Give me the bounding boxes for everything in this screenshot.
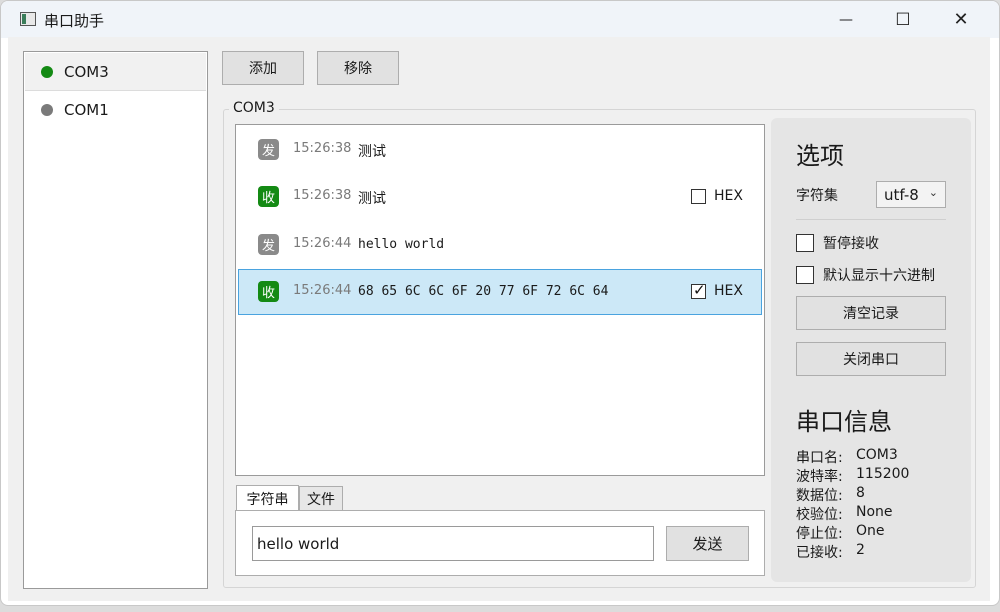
status-dot-icon xyxy=(41,65,53,78)
close-icon: ✕ xyxy=(953,9,969,30)
status-dot-icon xyxy=(41,103,53,116)
message-time: 15:26:44 xyxy=(293,236,352,251)
port-list-item[interactable]: COM1 xyxy=(25,91,206,128)
checkbox-box[interactable] xyxy=(796,234,814,252)
maximize-icon: ☐ xyxy=(895,9,911,30)
message-row[interactable]: 收 15:26:38 测试 HEX xyxy=(238,174,762,220)
send-input[interactable]: hello world xyxy=(252,526,654,561)
info-value: One xyxy=(856,523,885,539)
close-port-button[interactable]: 关闭串口 xyxy=(796,342,946,376)
info-row: 数据位: 8 xyxy=(796,485,865,505)
default-hex-label: 默认显示十六进制 xyxy=(823,268,935,284)
app-icon xyxy=(20,12,36,26)
info-value: 2 xyxy=(856,542,865,558)
message-content: 68 65 6C 6C 6F 20 77 6F 72 6C 64 xyxy=(358,284,609,299)
tab-file[interactable]: 文件 xyxy=(299,486,343,511)
message-content: 测试 xyxy=(358,144,386,160)
direction-badge: 收 xyxy=(258,281,279,302)
port-list[interactable]: COM3 COM1 xyxy=(23,51,208,589)
maximize-button[interactable]: ☐ xyxy=(874,1,932,38)
port-list-item[interactable]: COM3 xyxy=(25,53,206,91)
info-key: 数据位: xyxy=(796,488,843,504)
info-key: 波特率: xyxy=(796,469,843,485)
direction-badge: 发 xyxy=(258,234,279,255)
info-value: 8 xyxy=(856,485,865,501)
message-list[interactable]: 发 15:26:38 测试 收 15:26:38 测试 HEX 发 15:26:… xyxy=(235,124,765,476)
close-button[interactable]: ✕ xyxy=(932,1,990,38)
info-key: 校验位: xyxy=(796,507,843,523)
message-time: 15:26:38 xyxy=(293,141,352,156)
port-info-title: 串口信息 xyxy=(796,408,892,436)
info-key: 已接收: xyxy=(796,545,843,561)
minimize-icon: — xyxy=(839,11,853,28)
hex-checkbox[interactable]: HEX xyxy=(691,188,743,204)
message-row[interactable]: 发 15:26:44 hello world xyxy=(238,222,762,268)
group-title: COM3 xyxy=(229,100,279,116)
direction-badge: 发 xyxy=(258,139,279,160)
pause-receive-label: 暂停接收 xyxy=(823,236,879,252)
info-value: 115200 xyxy=(856,466,910,482)
info-row: 波特率: 115200 xyxy=(796,466,909,486)
hex-label: HEX xyxy=(714,188,743,204)
tab-string[interactable]: 字符串 xyxy=(236,485,299,511)
info-row: 已接收: 2 xyxy=(796,542,865,562)
hex-label: HEX xyxy=(714,283,743,299)
chevron-down-icon: ⌄ xyxy=(928,186,938,199)
default-hex-checkbox[interactable]: 默认显示十六进制 xyxy=(796,265,935,285)
checkbox-box[interactable] xyxy=(691,188,706,204)
port-name: COM1 xyxy=(64,100,109,119)
window-title: 串口助手 xyxy=(44,12,105,30)
message-time: 15:26:38 xyxy=(293,188,352,203)
info-key: 停止位: xyxy=(796,526,843,542)
checkbox-box[interactable] xyxy=(796,266,814,284)
info-row: 停止位: One xyxy=(796,523,885,543)
message-content: hello world xyxy=(358,237,445,252)
checkbox-checked-icon[interactable] xyxy=(691,281,706,299)
charset-value: utf-8 xyxy=(884,185,919,204)
info-row: 串口名: COM3 xyxy=(796,447,898,467)
options-title: 选项 xyxy=(796,142,844,170)
charset-select[interactable]: utf-8 ⌄ xyxy=(876,181,946,208)
port-name: COM3 xyxy=(64,62,109,81)
info-value: COM3 xyxy=(856,447,898,463)
divider xyxy=(796,219,946,220)
minimize-button[interactable]: — xyxy=(817,1,875,38)
add-button[interactable]: 添加 xyxy=(222,51,304,85)
charset-label: 字符集 xyxy=(796,188,838,204)
title-bar[interactable]: 串口助手 — ☐ ✕ xyxy=(1,1,999,38)
direction-badge: 收 xyxy=(258,186,279,207)
info-key: 串口名: xyxy=(796,450,843,466)
hex-checkbox[interactable]: HEX xyxy=(691,281,743,299)
message-time: 15:26:44 xyxy=(293,283,352,298)
pause-receive-checkbox[interactable]: 暂停接收 xyxy=(796,233,879,253)
message-row[interactable]: 发 15:26:38 测试 xyxy=(238,127,762,173)
info-row: 校验位: None xyxy=(796,504,893,524)
send-button[interactable]: 发送 xyxy=(666,526,749,561)
clear-log-button[interactable]: 清空记录 xyxy=(796,296,946,330)
message-content: 测试 xyxy=(358,191,386,207)
message-row-selected[interactable]: 收 15:26:44 68 65 6C 6C 6F 20 77 6F 72 6C… xyxy=(238,269,762,315)
remove-button[interactable]: 移除 xyxy=(317,51,399,85)
info-value: None xyxy=(856,504,893,520)
